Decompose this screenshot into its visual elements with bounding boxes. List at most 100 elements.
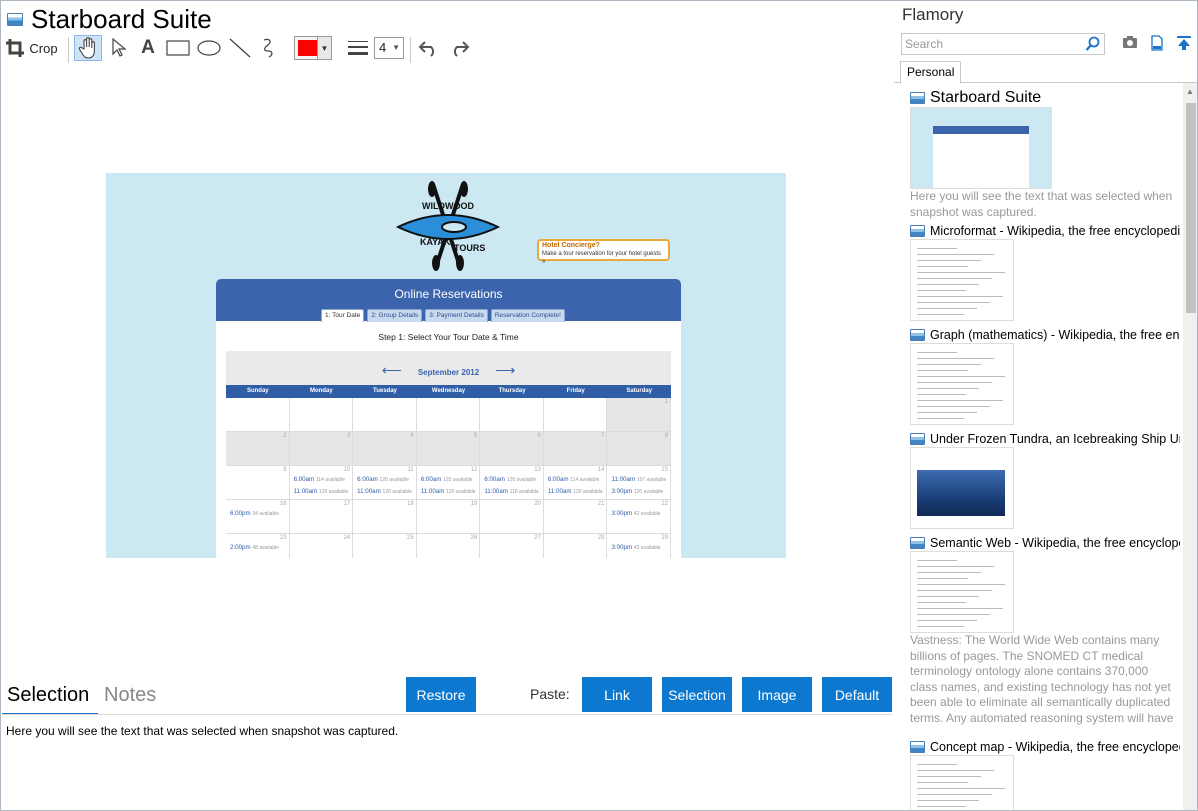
calendar-day[interactable]: 13 6:00am 120 available 11:00am 118 availa…: [480, 466, 544, 500]
snapshot-thumbnail[interactable]: [910, 343, 1014, 425]
freehand-tool-button[interactable]: [257, 35, 283, 61]
snapshot-list-item[interactable]: Semantic Web - Wikipedia, the free encyc…: [910, 535, 1180, 726]
calendar-day[interactable]: 25: [353, 534, 417, 558]
calendar-day[interactable]: [416, 398, 481, 432]
paste-link-button[interactable]: Link: [582, 677, 652, 712]
snapshot-thumbnail[interactable]: [910, 239, 1014, 321]
calendar-day[interactable]: 7: [543, 432, 608, 466]
select-tool-button[interactable]: [106, 35, 132, 61]
time-slot[interactable]: 6:00am 120 available: [421, 476, 473, 483]
reservation-tab[interactable]: Reservation Complete!: [490, 309, 565, 322]
scroll-thumb[interactable]: [1186, 103, 1196, 313]
calendar-day[interactable]: 11 6:00am 120 available 11:00am 120 availa…: [353, 466, 417, 500]
calendar-day[interactable]: 10 6:00am 114 available 11:00am 120 availa…: [289, 466, 354, 500]
tab-selection[interactable]: Selection: [7, 684, 89, 707]
time-slot[interactable]: 6:00am 114 available: [294, 476, 345, 483]
calendar-day[interactable]: [226, 398, 290, 432]
time-slot[interactable]: 6:00am 120 available: [484, 476, 536, 483]
calendar-day[interactable]: 2: [226, 432, 290, 466]
calendar-day[interactable]: 22 3:00pm 42 available: [607, 500, 672, 534]
calendar-day[interactable]: 6: [480, 432, 544, 466]
rectangle-tool-button[interactable]: [164, 35, 192, 61]
calendar-day[interactable]: 28: [543, 534, 608, 558]
time-slot[interactable]: 3:00pm 120 available: [611, 488, 663, 495]
ellipse-tool-button[interactable]: [195, 35, 223, 61]
calendar-day[interactable]: 20: [480, 500, 544, 534]
snapshot-thumbnail[interactable]: [910, 755, 1014, 810]
calendar-day[interactable]: 19: [416, 500, 481, 534]
time-slot[interactable]: 6:00am 120 available: [357, 476, 409, 483]
calendar-day[interactable]: 24: [289, 534, 354, 558]
calendar-day[interactable]: 18: [353, 500, 417, 534]
time-slot[interactable]: 11:00am 120 available: [294, 488, 349, 495]
scroll-up-icon[interactable]: ▲: [1186, 87, 1194, 96]
time-slot[interactable]: 11:00am 107 available: [611, 476, 666, 483]
calendar-day[interactable]: 16 6:00pm 34 available: [226, 500, 290, 534]
snapshot-list-item[interactable]: Starboard Suite Here you will see the tex…: [910, 89, 1180, 220]
calendar-day[interactable]: [480, 398, 544, 432]
snapshot-image[interactable]: WILDWOOD KAYAK TOURS Hotel Concierge? Ma…: [106, 173, 786, 558]
time-slot[interactable]: 11:00am 120 available: [357, 488, 412, 495]
line-width-button[interactable]: [345, 35, 371, 61]
camera-icon[interactable]: [1122, 35, 1138, 49]
reservation-tab[interactable]: 1: Tour Date: [321, 309, 365, 322]
day-number: 6: [537, 433, 541, 439]
paste-selection-button[interactable]: Selection: [662, 677, 732, 712]
redo-button[interactable]: [446, 35, 472, 61]
pen-color-picker[interactable]: ▼: [294, 36, 332, 60]
tab-personal[interactable]: Personal: [900, 61, 962, 84]
collapse-top-icon[interactable]: [1176, 35, 1192, 51]
calendar-day[interactable]: 14 6:00am 114 available 11:00am 120 availa…: [543, 466, 608, 500]
search-input[interactable]: Search: [901, 33, 1105, 55]
time-slot[interactable]: 6:00pm 34 available: [230, 510, 279, 517]
calendar-day[interactable]: [289, 398, 354, 432]
calendar-day[interactable]: 26: [416, 534, 481, 558]
snapshot-thumbnail[interactable]: [910, 107, 1052, 189]
calendar-day[interactable]: 1: [607, 398, 672, 432]
restore-button[interactable]: Restore: [406, 677, 476, 712]
snapshot-thumbnail[interactable]: [910, 447, 1014, 529]
paste-default-button[interactable]: Default: [822, 677, 892, 712]
time-slot[interactable]: 11:00am 120 available: [421, 488, 476, 495]
line-width-select[interactable]: 4 ▼: [374, 37, 404, 59]
time-slot[interactable]: 2:00pm 48 available: [230, 544, 279, 551]
paste-image-button[interactable]: Image: [742, 677, 812, 712]
calendar-day[interactable]: 17: [289, 500, 354, 534]
time-slot[interactable]: 3:00pm 42 available: [611, 510, 660, 517]
undo-button[interactable]: [416, 35, 442, 61]
calendar-day[interactable]: 12 6:00am 120 available 11:00am 120 availa…: [416, 466, 481, 500]
line-tool-button[interactable]: [226, 35, 254, 61]
search-icon[interactable]: [1085, 36, 1101, 52]
logo-text-3: TOURS: [454, 243, 485, 253]
snapshot-list-item[interactable]: Concept map - Wikipedia, the free encycl…: [910, 739, 1180, 810]
calendar-day[interactable]: 8: [607, 432, 672, 466]
calendar-day[interactable]: [353, 398, 417, 432]
snapshot-list-item[interactable]: Microformat - Wikipedia, the free encycl…: [910, 223, 1180, 321]
reservation-tab[interactable]: 3: Payment Details: [425, 309, 488, 322]
calendar-day[interactable]: 23 2:00pm 48 available: [226, 534, 290, 558]
time-slot[interactable]: 11:00am 118 available: [484, 488, 538, 495]
time-slot[interactable]: 6:00am 114 available: [548, 476, 599, 483]
text-tool-button[interactable]: A: [136, 35, 160, 61]
crop-button[interactable]: Crop: [6, 35, 58, 61]
snapshot-thumbnail[interactable]: [910, 551, 1014, 633]
calendar-day[interactable]: 3: [289, 432, 354, 466]
calendar-day[interactable]: 27: [480, 534, 544, 558]
calendar-day[interactable]: 21: [543, 500, 608, 534]
calendar-day[interactable]: 4: [353, 432, 417, 466]
calendar-day[interactable]: [543, 398, 608, 432]
tab-notes[interactable]: Notes: [104, 684, 156, 707]
calendar-day[interactable]: 29 3:00pm 43 available: [607, 534, 672, 558]
time-slot[interactable]: 3:00pm 43 available: [611, 544, 660, 551]
calendar-day[interactable]: 15 11:00am 107 available 3:00pm 120 availa…: [607, 466, 672, 500]
snapshot-list-item[interactable]: Under Frozen Tundra, an Icebreaking Ship…: [910, 431, 1180, 529]
reservation-tab[interactable]: 2: Group Details: [367, 309, 423, 322]
time-slot[interactable]: 11:00am 120 available: [548, 488, 603, 495]
document-add-icon[interactable]: [1150, 35, 1164, 51]
chevron-down-icon[interactable]: ▼: [317, 37, 331, 59]
calendar-day[interactable]: 5: [416, 432, 481, 466]
scrollbar[interactable]: ▲: [1183, 83, 1197, 810]
calendar-day[interactable]: 9: [226, 466, 290, 500]
hand-tool-button[interactable]: [74, 35, 102, 61]
snapshot-list-item[interactable]: Graph (mathematics) - Wikipedia, the fre…: [910, 327, 1180, 425]
